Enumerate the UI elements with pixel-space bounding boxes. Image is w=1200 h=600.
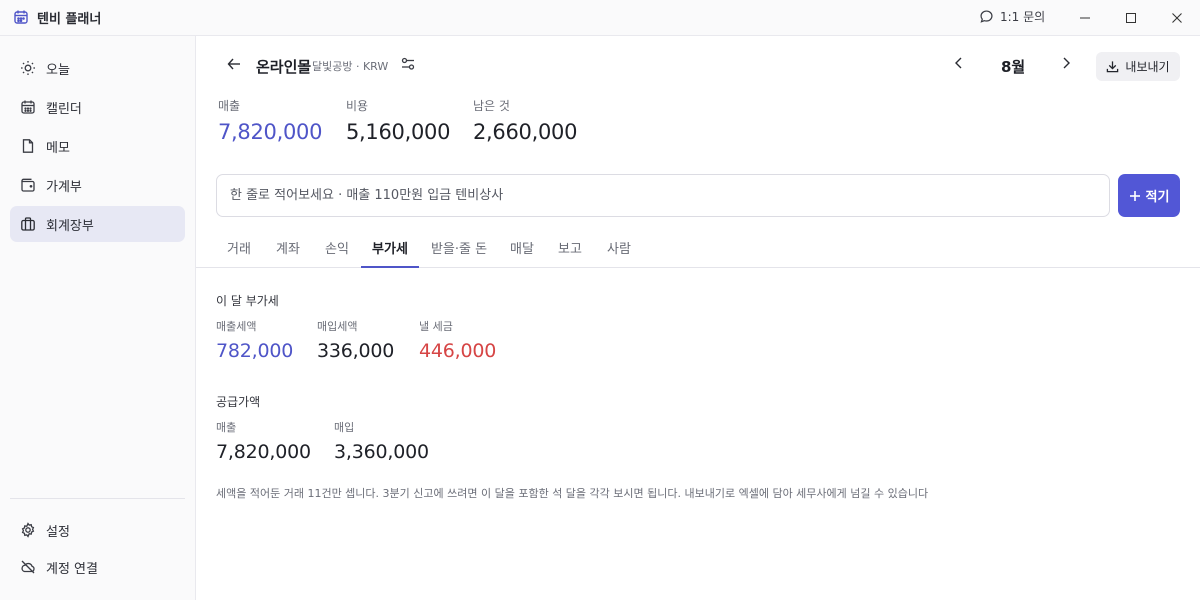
- arrow-left-icon: [227, 58, 240, 70]
- calendar-icon: [14, 10, 28, 24]
- chat-bubble-icon: [980, 10, 993, 23]
- supply-sales-value: 7,820,000: [216, 441, 311, 463]
- file-icon: [22, 139, 34, 153]
- sidebar-item-label: 캘린더: [46, 101, 82, 117]
- tab-accounts[interactable]: 계좌: [267, 231, 309, 268]
- export-label: 내보내기: [1125, 60, 1170, 74]
- back-button[interactable]: [224, 54, 244, 74]
- minimize-button[interactable]: [1072, 6, 1098, 30]
- sidebar-item-label: 설정: [46, 524, 70, 540]
- close-button[interactable]: [1164, 6, 1190, 30]
- sidebar-item-household[interactable]: 가계부: [10, 167, 185, 203]
- tab-reports[interactable]: 보고: [548, 231, 592, 268]
- app-title: 텐비 플래너: [37, 12, 102, 27]
- help-button[interactable]: 1:1 문의: [979, 8, 1045, 25]
- download-icon: [1107, 61, 1119, 73]
- help-label: 1:1 문의: [1000, 10, 1046, 24]
- sidebar-item-settings[interactable]: 설정: [10, 512, 185, 548]
- vat-section-title: 이 달 부가세: [216, 294, 279, 308]
- close-icon: [1172, 13, 1182, 23]
- title-bar: 텐비 플래너 1:1 문의: [0, 0, 1200, 36]
- tab-people[interactable]: 사람: [597, 231, 641, 268]
- maximize-button[interactable]: [1118, 6, 1144, 30]
- cloud-off-icon: [21, 560, 35, 574]
- main-panel: 온라인몰 달빛공방 · KRW 8월 내보내기 매출 7,820,000 비용 …: [196, 36, 1200, 600]
- remaining-label: 남은 것: [473, 99, 510, 113]
- wallet-icon: [21, 178, 35, 192]
- supply-sales-label: 매출: [216, 421, 237, 434]
- sidebar-item-calendar[interactable]: 캘린더: [10, 89, 185, 125]
- sidebar-item-label: 메모: [46, 140, 70, 156]
- remaining-value: 2,660,000: [473, 120, 578, 144]
- expense-label: 비용: [346, 99, 369, 113]
- add-entry-button[interactable]: 적기: [1118, 174, 1180, 217]
- tab-receivables-payables[interactable]: 받을·줄 돈: [428, 231, 490, 268]
- account-subtitle: 달빛공방 · KRW: [312, 60, 389, 73]
- sidebar-item-account-link[interactable]: 계정 연결: [10, 549, 185, 585]
- revenue-value: 7,820,000: [218, 120, 323, 144]
- tab-transactions[interactable]: 거래: [218, 231, 260, 268]
- briefcase-icon: [21, 217, 35, 231]
- sidebar-item-label: 계정 연결: [46, 561, 98, 577]
- purchase-tax-value: 336,000: [317, 340, 395, 362]
- sidebar-item-label: 회계장부: [46, 218, 94, 234]
- sidebar-item-ledger[interactable]: 회계장부: [10, 206, 185, 242]
- calendar-icon: [21, 100, 35, 114]
- sidebar-item-label: 가계부: [46, 179, 82, 195]
- chevron-right-icon: [1063, 57, 1070, 69]
- sun-icon: [21, 61, 35, 75]
- payable-tax-label: 낼 세금: [419, 320, 453, 333]
- supply-purchase-value: 3,360,000: [334, 441, 429, 463]
- sidebar-item-today[interactable]: 오늘: [10, 50, 185, 86]
- sidebar-item-label: 오늘: [46, 62, 70, 78]
- gear-icon: [21, 522, 35, 538]
- quick-entry-input[interactable]: [216, 174, 1110, 217]
- maximize-icon: [1126, 13, 1136, 23]
- tab-bar: 거래 계좌 손익 부가세 받을·줄 돈 매달 보고 사람: [196, 231, 1200, 268]
- sales-tax-label: 매출세액: [216, 320, 257, 333]
- chevron-left-icon: [955, 57, 962, 69]
- tab-monthly[interactable]: 매달: [500, 231, 544, 268]
- supply-purchase-label: 매입: [334, 421, 355, 434]
- sliders-icon: [401, 57, 415, 70]
- sidebar-divider: [10, 498, 185, 499]
- purchase-tax-label: 매입세액: [317, 320, 358, 333]
- next-month-button[interactable]: [1057, 54, 1075, 72]
- add-entry-label: 적기: [1145, 190, 1170, 205]
- tab-profit-loss[interactable]: 손익: [316, 231, 358, 268]
- current-month: 8월: [1001, 58, 1026, 76]
- expense-value: 5,160,000: [346, 120, 451, 144]
- export-button[interactable]: 내보내기: [1096, 52, 1180, 81]
- sidebar-item-memo[interactable]: 메모: [10, 128, 185, 164]
- prev-month-button[interactable]: [950, 54, 968, 72]
- sales-tax-value: 782,000: [216, 340, 294, 362]
- tab-vat[interactable]: 부가세: [361, 231, 419, 268]
- payable-tax-value: 446,000: [419, 340, 497, 362]
- account-settings-button[interactable]: [400, 56, 418, 74]
- account-name: 온라인몰: [256, 58, 312, 76]
- minimize-icon: [1080, 17, 1090, 19]
- supply-section-title: 공급가액: [216, 395, 261, 409]
- vat-note: 세액을 적어둔 거래 11건만 셉니다. 3분기 신고에 쓰려면 이 달을 포함…: [216, 487, 929, 500]
- sidebar: 오늘 캘린더 메모 가계부 회계장부 설정 계정 연결: [0, 36, 196, 600]
- revenue-label: 매출: [218, 99, 241, 113]
- plus-icon: [1129, 190, 1140, 201]
